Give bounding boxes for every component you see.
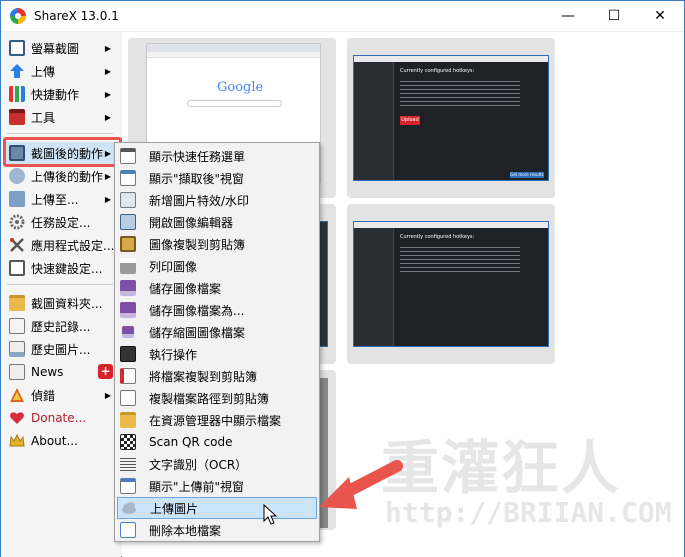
sharex-window: ShareX 13.0.1 — ☐ ✕ 螢幕截圖 ▶ 上傳 ▶ 快捷動作 ▶ 工… xyxy=(0,0,685,557)
mouse-cursor-icon xyxy=(263,504,277,525)
annotation-arrow xyxy=(319,460,403,509)
